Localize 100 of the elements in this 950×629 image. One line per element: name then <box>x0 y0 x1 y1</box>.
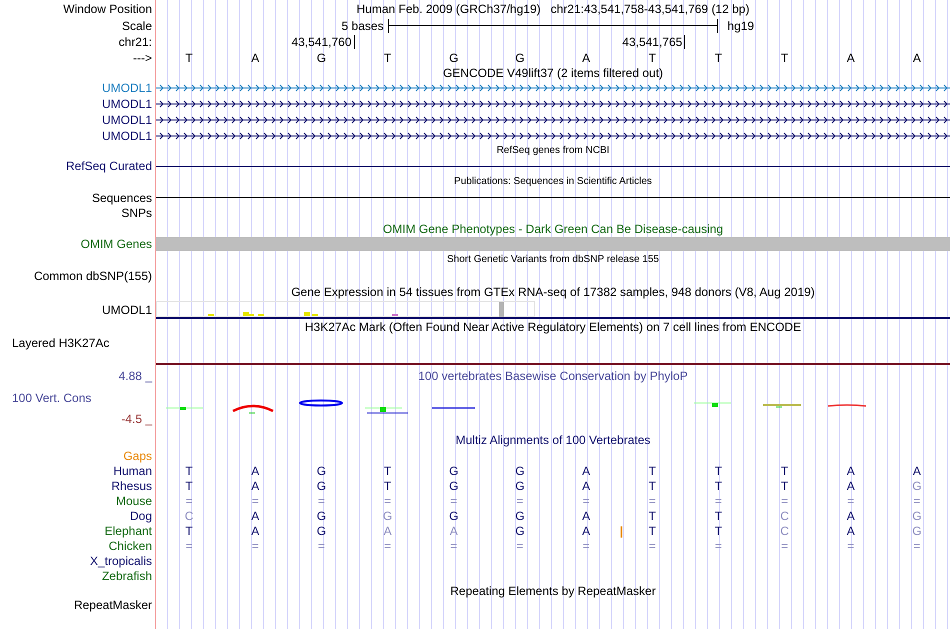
aligned-base: = <box>450 538 458 552</box>
aligned-base: A <box>582 478 590 492</box>
axis-max-label: 4.88 _ <box>118 369 152 383</box>
track-label[interactable]: UMODL1 <box>102 303 152 317</box>
aligned-base: G <box>515 508 525 522</box>
gene-label[interactable]: UMODL1 <box>102 97 152 111</box>
species-label[interactable]: Rhesus <box>111 478 152 492</box>
sequence-base: G <box>316 50 326 64</box>
track-title: 100 vertebrates Basewise Conservation by PhyloP <box>418 369 688 383</box>
aligned-base: = <box>582 538 590 552</box>
aligned-base: A <box>251 508 260 522</box>
species-label[interactable]: Elephant <box>104 524 152 538</box>
aligned-base: = <box>186 538 193 552</box>
aligned-base: A <box>912 464 921 478</box>
aligned-base: A <box>384 524 392 538</box>
aligned-base: G <box>912 508 922 522</box>
insertion-mark: | <box>620 524 624 538</box>
aligned-base: G <box>515 464 525 478</box>
aligned-base: = <box>847 494 854 508</box>
aligned-base: T <box>648 508 656 522</box>
aligned-base: T <box>780 464 788 478</box>
aligned-base: A <box>582 508 590 522</box>
track-title: OMIM Gene Phenotypes - Dark Green Can Be Disease-causing <box>382 222 724 236</box>
aligned-base: A <box>251 464 260 478</box>
aligned-base: T <box>185 464 193 478</box>
aligned-base: G <box>912 524 922 538</box>
aligned-base: A <box>846 508 855 522</box>
aligned-base: = <box>913 538 920 552</box>
sequence-base: T <box>780 50 788 64</box>
gene-label[interactable]: UMODL1 <box>102 81 152 95</box>
aligned-base: = <box>648 538 656 552</box>
aligned-base: = <box>648 494 656 508</box>
row-label: chr21: <box>118 35 152 49</box>
species-label[interactable]: Zebrafish <box>102 568 152 582</box>
species-label[interactable]: X_tropicalis <box>90 554 152 568</box>
aligned-base: A <box>251 524 260 538</box>
sequence-base: T <box>714 50 722 64</box>
sequence-base: A <box>846 50 855 64</box>
track-label[interactable]: Sequences <box>92 190 152 204</box>
aligned-base: T <box>185 478 193 492</box>
aligned-base: = <box>186 494 193 508</box>
aligned-base: C <box>780 524 789 538</box>
row-label: Scale <box>122 18 152 32</box>
aligned-base: = <box>384 494 392 508</box>
gene-label[interactable]: UMODL1 <box>102 129 152 143</box>
strand-label: ---> <box>133 50 152 64</box>
sequence-base: G <box>515 50 525 64</box>
species-label[interactable]: Mouse <box>116 494 152 508</box>
aligned-base: A <box>251 478 260 492</box>
sequence-base: A <box>582 50 590 64</box>
aligned-base: = <box>318 538 325 552</box>
aligned-base: T <box>714 524 722 538</box>
track-label[interactable]: 100 Vert. Cons <box>12 390 92 404</box>
aligned-base: = <box>714 538 722 552</box>
track-title: Publications: Sequences in Scientific Articles <box>454 175 652 189</box>
aligned-base: C <box>780 508 789 522</box>
track-label[interactable]: SNPs <box>121 206 152 220</box>
track-title: H3K27Ac Mark (Often Found Near Active Regulatory Elements) on 7 cell lines from ENCODE <box>304 320 802 334</box>
aligned-base: T <box>384 464 392 478</box>
aligned-base: T <box>780 478 788 492</box>
aligned-base: G <box>316 464 326 478</box>
scale-text: 5 bases <box>342 18 384 32</box>
gene-label[interactable]: UMODL1 <box>102 113 152 127</box>
aligned-base: A <box>582 464 590 478</box>
aligned-base: G <box>316 524 326 538</box>
aligned-base: = <box>318 494 325 508</box>
aligned-base: G <box>912 478 922 492</box>
position-tick: 43,541,765 <box>622 35 686 49</box>
sequence-base: A <box>251 50 260 64</box>
species-label[interactable]: Dog <box>130 508 152 522</box>
aligned-base: T <box>714 478 722 492</box>
window-position-text: Human Feb. 2009 (GRCh37/hg19) chr21:43,541,758-43,541,769 (12 bp) <box>356 2 750 16</box>
axis-min-label: -4.5 _ <box>121 412 152 426</box>
aligned-base: G <box>515 524 525 538</box>
row-label: Window Position <box>63 2 152 16</box>
track-label[interactable]: OMIM Genes <box>80 237 152 251</box>
aligned-base: G <box>515 478 525 492</box>
species-label[interactable]: Chicken <box>108 538 152 552</box>
sequence-base: G <box>449 50 458 64</box>
aligned-base: = <box>252 538 259 552</box>
species-label[interactable]: Human <box>113 464 152 478</box>
track-label[interactable]: Common dbSNP(155) <box>34 268 152 282</box>
aligned-base: A <box>846 478 855 492</box>
scale-assembly: hg19 <box>727 18 756 32</box>
aligned-base: = <box>781 494 788 508</box>
sequence-base: T <box>185 50 193 64</box>
track-label[interactable]: RefSeq Curated <box>66 159 152 173</box>
track-label[interactable]: RepeatMasker <box>74 598 152 612</box>
track-label[interactable]: Layered H3K27Ac <box>12 336 110 350</box>
aligned-base: G <box>449 478 458 492</box>
sequence-base: A <box>912 50 921 64</box>
aligned-base: = <box>781 538 788 552</box>
aligned-base: = <box>714 494 722 508</box>
aligned-base: = <box>847 538 854 552</box>
aligned-base: = <box>516 538 524 552</box>
aligned-base: A <box>582 524 590 538</box>
aligned-base: A <box>450 524 458 538</box>
track-title: RefSeq genes from NCBI <box>496 144 610 158</box>
aligned-base: = <box>252 494 259 508</box>
track-title: GENCODE V49lift37 (2 items filtered out) <box>442 66 664 80</box>
